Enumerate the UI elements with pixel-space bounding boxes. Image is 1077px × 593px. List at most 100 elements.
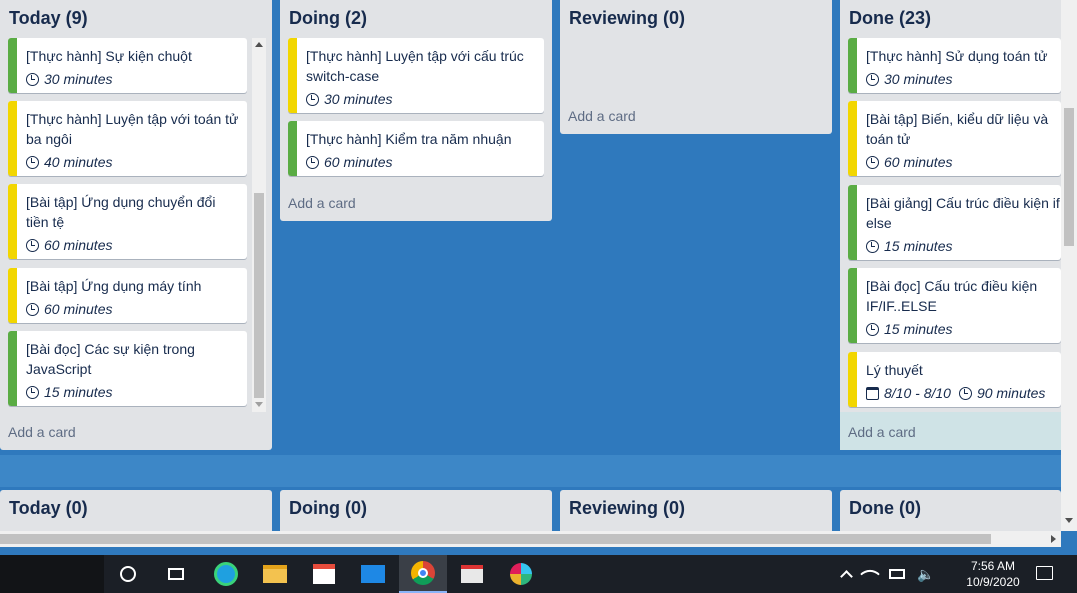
card-time: 30 minutes (26, 71, 112, 87)
card-time: 60 minutes (866, 154, 952, 170)
volume-icon[interactable]: 🔈 (917, 566, 934, 583)
label-yellow (8, 268, 17, 323)
list-today: Today (9) [Thực hành] Sự kiện chuột 30 m… (0, 0, 272, 450)
card-title: [Bài tập] Ứng dụng chuyển đổi tiền tệ (26, 194, 216, 230)
app-icon[interactable] (448, 555, 496, 593)
card[interactable]: Lý thuyết 8/10 - 8/10 90 minutes (848, 352, 1061, 407)
card[interactable]: [Bài tập] Biến, kiểu dữ liệu và toán tử … (848, 101, 1061, 176)
add-card-button[interactable]: Add a card (288, 195, 356, 211)
card-time: 60 minutes (26, 301, 112, 317)
wifi-icon[interactable] (860, 564, 880, 584)
chevron-up-icon[interactable] (840, 569, 853, 583)
card[interactable]: [Bài đọc] Cấu trúc điều kiện IF/IF..ELSE… (848, 268, 1061, 343)
board-separator (0, 455, 1061, 487)
card-time: 30 minutes (306, 91, 392, 107)
card-date: 8/10 - 8/10 (884, 385, 951, 401)
card-title: [Thực hành] Luyện tập với cấu trúc switc… (306, 48, 524, 84)
label-green (288, 121, 297, 176)
horizontal-scrollbar[interactable] (0, 531, 1061, 547)
clock-icon (306, 155, 319, 169)
label-yellow (848, 352, 857, 407)
add-card-button[interactable]: Add a card (848, 424, 916, 440)
card-time: 15 minutes (866, 321, 952, 337)
label-yellow (8, 101, 17, 176)
list-reviewing-bottom: Reviewing (0) (560, 490, 832, 531)
scrollbar-thumb[interactable] (254, 193, 264, 398)
card-title: [Bài giảng] Cấu trúc điều kiện if else (866, 195, 1060, 231)
list-doing: Doing (2) [Thực hành] Luyện tập với cấu … (280, 0, 552, 221)
label-yellow (288, 38, 297, 113)
card[interactable]: [Bài tập] Ứng dụng chuyển đổi tiền tệ 60… (8, 184, 247, 259)
start-area[interactable] (0, 555, 104, 593)
card[interactable]: [Thực hành] Luyện tập với toán tử ba ngô… (8, 101, 247, 176)
list-title[interactable]: Today (9) (9, 8, 88, 29)
list-title[interactable]: Done (0) (849, 498, 921, 519)
clock-icon (866, 239, 879, 253)
list-today-bottom: Today (0) (0, 490, 272, 531)
card-title: [Bài đọc] Các sự kiện trong JavaScript (26, 341, 195, 377)
list-title[interactable]: Doing (2) (289, 8, 367, 29)
card[interactable]: [Thực hành] Kiểm tra năm nhuận 60 minute… (288, 121, 544, 176)
list-title[interactable]: Reviewing (0) (569, 498, 685, 519)
card[interactable]: [Thực hành] Sử dụng toán tử 30 minutes (848, 38, 1061, 93)
card-title: [Bài tập] Biến, kiểu dữ liệu và toán tử (866, 111, 1049, 147)
card-time: 60 minutes (26, 237, 112, 253)
taskbar: 🔈 7:56 AM 10/9/2020 (0, 555, 1077, 593)
label-green (8, 331, 17, 406)
clock[interactable]: 7:56 AM 10/9/2020 (960, 558, 1026, 590)
list-scrollbar[interactable] (252, 38, 266, 412)
label-green (848, 185, 857, 260)
battery-icon[interactable] (889, 569, 905, 579)
card-title: [Thực hành] Sự kiện chuột (26, 48, 192, 64)
clock-icon (26, 72, 39, 86)
board-bottom-strip (0, 547, 1077, 555)
edge-icon[interactable] (202, 555, 250, 593)
card-title: [Thực hành] Kiểm tra năm nhuận (306, 131, 512, 147)
list-title[interactable]: Doing (0) (289, 498, 367, 519)
clock-date: 10/9/2020 (966, 575, 1020, 589)
card-time: 60 minutes (306, 154, 392, 170)
scroll-right-icon[interactable] (1051, 535, 1056, 543)
list-doing-bottom: Doing (0) (280, 490, 552, 531)
scroll-down-icon[interactable] (255, 402, 263, 407)
calendar-icon (866, 386, 879, 400)
mail-icon[interactable] (349, 555, 397, 593)
add-card-button[interactable]: Add a card (8, 424, 76, 440)
card-title: [Bài tập] Ứng dụng máy tính (26, 278, 202, 294)
label-green (848, 38, 857, 93)
card[interactable]: [Bài đọc] Các sự kiện trong JavaScript 1… (8, 331, 247, 406)
scrollbar-thumb[interactable] (1064, 108, 1074, 246)
scrollbar-thumb[interactable] (0, 534, 991, 544)
label-green (848, 268, 857, 343)
label-green (8, 38, 17, 93)
page-vertical-scrollbar[interactable] (1061, 0, 1077, 531)
list-title[interactable]: Today (0) (9, 498, 88, 519)
clock-icon (958, 386, 972, 400)
add-card-button[interactable]: Add a card (568, 108, 636, 124)
card[interactable]: [Thực hành] Sự kiện chuột 30 minutes (8, 38, 247, 93)
list-title[interactable]: Reviewing (0) (569, 8, 685, 29)
file-explorer-icon[interactable] (251, 555, 299, 593)
clock-icon (26, 238, 39, 252)
card[interactable]: [Bài giảng] Cấu trúc điều kiện if else 1… (848, 185, 1061, 260)
clock-icon (26, 385, 39, 399)
card-title: [Bài đọc] Cấu trúc điều kiện IF/IF..ELSE (866, 278, 1038, 314)
clock-icon (306, 92, 319, 106)
card-meta: 8/10 - 8/10 90 minutes (866, 385, 1045, 401)
notification-icon[interactable] (1036, 566, 1053, 580)
card[interactable]: [Bài tập] Ứng dụng máy tính 60 minutes (8, 268, 247, 323)
card-title: [Thực hành] Sử dụng toán tử (866, 48, 1048, 64)
card[interactable]: [Thực hành] Luyện tập với cấu trúc switc… (288, 38, 544, 113)
task-view-icon[interactable] (152, 555, 200, 593)
scroll-down-icon[interactable] (1065, 518, 1073, 523)
clock-icon (866, 72, 879, 86)
system-tray: 🔈 (840, 555, 946, 593)
list-title[interactable]: Done (23) (849, 8, 931, 29)
slack-icon[interactable] (497, 555, 545, 593)
store-icon[interactable] (300, 555, 348, 593)
clock-icon (26, 302, 39, 316)
search-circle-icon[interactable] (104, 555, 152, 593)
scroll-up-icon[interactable] (255, 42, 263, 47)
chrome-icon[interactable] (399, 555, 447, 593)
card-title: Lý thuyết (866, 362, 923, 378)
